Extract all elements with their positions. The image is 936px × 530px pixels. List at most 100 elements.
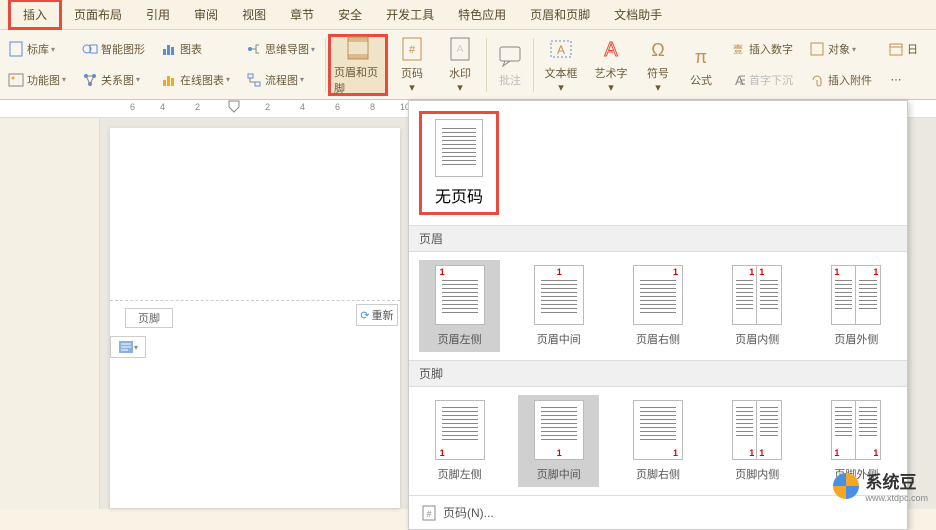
wordart-label: 艺术字	[595, 65, 628, 81]
brand-name: 系统豆	[865, 468, 928, 493]
page-number-button[interactable]: # 页码▾	[388, 34, 436, 96]
footer-left-option[interactable]: 1 页脚左侧	[419, 395, 500, 487]
cover-lib-button[interactable]: 标库▾	[6, 39, 68, 59]
footer-options: 1 页脚左侧 1 页脚中间 1 页脚右侧 11 页脚内侧 11 页脚外侧	[409, 387, 907, 495]
insert-number-button[interactable]: 壹插入数字	[728, 39, 795, 59]
header-left-option[interactable]: 1 页眉左侧	[419, 260, 500, 352]
brand-logo-icon	[833, 473, 859, 499]
no-page-number-option[interactable]: 无页码	[419, 111, 499, 215]
footer-inside-option[interactable]: 11 页脚内侧	[717, 395, 798, 487]
formula-icon: π	[688, 43, 714, 69]
svg-text:壹: 壹	[733, 43, 743, 56]
comment-icon	[497, 43, 523, 69]
image-icon	[8, 72, 24, 88]
relation-chart-button[interactable]: 关系图▾	[80, 70, 147, 90]
header-center-option[interactable]: 1 页眉中间	[518, 260, 599, 352]
date-button[interactable]: 日	[886, 39, 920, 59]
outline-panel	[0, 118, 100, 509]
mindmap-button[interactable]: 思维导图▾	[244, 39, 317, 59]
header-options: 1 页眉左侧 1 页眉中间 1 页眉右侧 11 页眉内侧 11 页眉外侧	[409, 252, 907, 360]
more-page-number-option[interactable]: # 页码(N)...	[409, 495, 907, 529]
symbol-icon: Ω	[645, 36, 671, 62]
watermark-button[interactable]: A 水印▾	[436, 34, 484, 96]
more-icon: ⋯	[888, 72, 904, 88]
page-number-small-icon: #	[421, 505, 437, 521]
attach-icon	[809, 72, 825, 88]
menu-tabs: 插入 页面布局 引用 审阅 视图 章节 安全 开发工具 特色应用 页眉和页脚 文…	[0, 0, 936, 30]
symbol-button[interactable]: Ω 符号▾	[636, 34, 680, 96]
comment-label: 批注	[499, 72, 521, 88]
formula-label: 公式	[690, 72, 712, 88]
header-footer-button[interactable]: 页眉和页脚	[328, 34, 388, 96]
tab-ref[interactable]: 引用	[134, 2, 182, 27]
footer-right-option[interactable]: 1 页脚右侧	[617, 395, 698, 487]
content-tool[interactable]: ▾	[110, 336, 146, 358]
svg-text:A: A	[557, 43, 565, 57]
object-button[interactable]: 对象▾	[807, 39, 874, 59]
func-image-button[interactable]: 功能图▾	[6, 70, 68, 90]
number-icon: 壹	[730, 41, 746, 57]
footer-center-option[interactable]: 1 页脚中间	[518, 395, 599, 487]
date-icon	[888, 41, 904, 57]
relation-icon	[82, 72, 98, 88]
page-number-icon: #	[399, 36, 425, 62]
tab-helper[interactable]: 文档助手	[602, 2, 674, 27]
no-page-number-label: 无页码	[435, 183, 483, 207]
textbox-label: 文本框	[545, 65, 578, 81]
footer-tag: 页脚	[125, 308, 173, 328]
wordart-icon: A	[598, 36, 624, 62]
watermark-icon: A	[447, 36, 473, 62]
tab-headerfooter[interactable]: 页眉和页脚	[518, 2, 602, 27]
update-button[interactable]: ⟳重新	[356, 304, 398, 326]
page-icon	[8, 41, 24, 57]
tab-special[interactable]: 特色应用	[446, 2, 518, 27]
first-cap-button[interactable]: A首字下沉	[728, 70, 795, 90]
tab-review[interactable]: 审阅	[182, 2, 230, 27]
insert-attach-button[interactable]: 插入附件	[807, 70, 874, 90]
wordart-button[interactable]: A 艺术字▾	[586, 34, 636, 96]
flowchart-button[interactable]: 流程图▾	[244, 70, 317, 90]
header-footer-label: 页眉和页脚	[334, 64, 382, 96]
textbox-button[interactable]: A 文本框▾	[536, 34, 586, 96]
page-number-label: 页码	[401, 65, 423, 81]
document-page[interactable]: 页脚 ⟳重新 ▾	[110, 128, 400, 508]
formula-button[interactable]: π 公式	[680, 34, 722, 96]
flowchart-icon	[246, 72, 262, 88]
ribbon: 标库▾ 功能图▾ 智能图形 关系图▾ 图表 在线图表▾ 思维导图▾ 流程图▾ 页…	[0, 30, 936, 100]
svg-text:Ω: Ω	[651, 40, 664, 60]
header-right-option[interactable]: 1 页眉右侧	[617, 260, 698, 352]
smart-shape-button[interactable]: 智能图形	[80, 39, 147, 59]
mindmap-icon	[246, 41, 262, 57]
chart-icon	[161, 41, 177, 57]
watermark-label: 水印	[449, 65, 471, 81]
brand-url: www.xtdpc.com	[865, 493, 928, 503]
symbol-label: 符号	[647, 65, 669, 81]
chart-button[interactable]: 图表	[159, 39, 232, 59]
tab-view[interactable]: 视图	[230, 2, 278, 27]
more-button[interactable]: ⋯	[886, 70, 920, 90]
svg-text:A: A	[457, 44, 464, 55]
tab-layout[interactable]: 页面布局	[62, 2, 134, 27]
textbox-icon: A	[548, 36, 574, 62]
footer-section-title: 页脚	[409, 360, 907, 387]
object-icon	[809, 41, 825, 57]
smartshape-icon	[82, 41, 98, 57]
header-inside-option[interactable]: 11 页眉内侧	[717, 260, 798, 352]
tab-security[interactable]: 安全	[326, 2, 374, 27]
dropcap-icon: A	[730, 72, 746, 88]
online-chart-icon	[161, 72, 177, 88]
comment-button[interactable]: 批注	[489, 34, 531, 96]
svg-text:A: A	[604, 39, 618, 61]
header-footer-icon	[345, 35, 371, 61]
tab-dev[interactable]: 开发工具	[374, 2, 446, 27]
svg-text:π: π	[695, 47, 707, 67]
header-outside-option[interactable]: 11 页眉外侧	[816, 260, 897, 352]
page-number-dropdown: 无页码 页眉 1 页眉左侧 1 页眉中间 1 页眉右侧 11 页眉内侧 11 页…	[408, 100, 908, 530]
online-chart-button[interactable]: 在线图表▾	[159, 70, 232, 90]
ruler-indent-marker[interactable]	[228, 100, 240, 116]
watermark-logo: 系统豆 www.xtdpc.com	[833, 468, 928, 503]
tab-insert[interactable]: 插入	[8, 0, 62, 30]
svg-text:#: #	[409, 44, 416, 56]
header-section-title: 页眉	[409, 225, 907, 252]
tab-chapter[interactable]: 章节	[278, 2, 326, 27]
